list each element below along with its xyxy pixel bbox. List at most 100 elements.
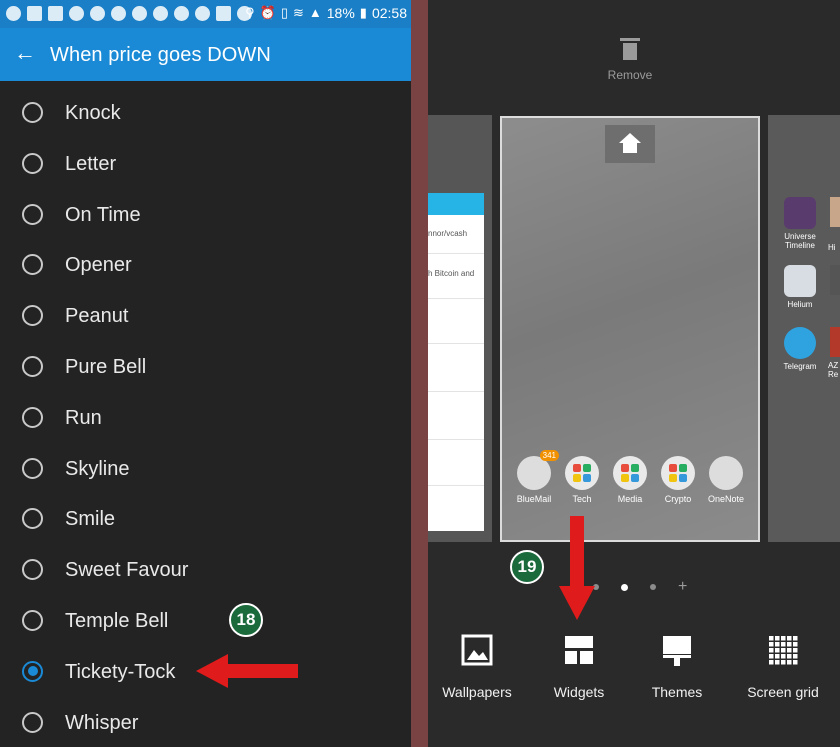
battery-icon: ▮: [359, 5, 367, 20]
app-label: BlueMail: [516, 494, 552, 504]
sound-option[interactable]: Pure Bell: [0, 342, 411, 393]
app-shortcut[interactable]: Tech: [558, 456, 606, 504]
step-badge: 19: [510, 550, 544, 584]
sound-option[interactable]: Peanut: [0, 291, 411, 342]
app-shortcut[interactable]: OneNote: [702, 456, 750, 504]
radio-button[interactable]: [22, 355, 43, 377]
radio-button[interactable]: [22, 203, 43, 225]
notification-icon: [27, 6, 42, 21]
app-shortcut[interactable]: Media: [606, 456, 654, 504]
sound-option[interactable]: On Time: [0, 190, 411, 241]
app-shortcut[interactable]: Universe Timeline: [776, 197, 824, 250]
sound-option[interactable]: Knock: [0, 88, 411, 139]
screenshot-composite: ⚲ ⏰ ▯ ≋ ▲ 18% ▮ 02:58 ← When price goes …: [0, 0, 840, 747]
preview-divider: [428, 343, 484, 344]
set-home-button[interactable]: [605, 125, 655, 163]
sound-label: Temple Bell: [65, 609, 169, 632]
app-shortcut[interactable]: Helium: [776, 265, 824, 309]
radio-button[interactable]: [22, 254, 43, 276]
bluemail-icon: 341: [517, 450, 559, 490]
sound-label: Opener: [65, 254, 132, 277]
onenote-icon: [709, 456, 743, 490]
sound-label: On Time: [65, 203, 141, 226]
partial-app-icon: [830, 197, 840, 227]
radio-button[interactable]: [22, 406, 43, 428]
remove-button[interactable]: Remove: [603, 36, 657, 82]
page-dot-active[interactable]: [621, 583, 628, 591]
radio-button[interactable]: [22, 559, 43, 581]
sound-label: Smile: [65, 508, 116, 531]
arrow-shape: [196, 654, 298, 688]
preview-divider: [428, 439, 484, 440]
sound-label: Pure Bell: [65, 355, 147, 378]
radio-button[interactable]: [22, 102, 43, 123]
radio-button[interactable]: [22, 457, 43, 479]
radio-selected[interactable]: [22, 660, 43, 682]
toolbar-label: Screen grid: [747, 684, 819, 700]
radio-button[interactable]: [22, 152, 43, 174]
universe-timeline-icon: [784, 197, 816, 229]
screen-grid-button[interactable]: Screen grid: [740, 628, 826, 700]
sound-label: Whisper: [65, 711, 139, 734]
preview-divider: [428, 485, 484, 486]
radio-button[interactable]: [22, 711, 43, 733]
screen-grid-icon: [767, 634, 799, 666]
page-dot[interactable]: [650, 584, 656, 590]
sound-list: Knock Letter On Time Opener Peanut Pure Bell R…: [0, 88, 411, 747]
sound-option[interactable]: Skyline: [0, 444, 411, 495]
radio-button[interactable]: [22, 609, 43, 631]
toolbar-label: Wallpapers: [442, 684, 512, 700]
media-folder-icon: [613, 456, 647, 490]
step-badge: 18: [229, 603, 263, 637]
preview-divider: [428, 253, 484, 254]
helium-icon: [784, 265, 816, 297]
notification-icon: [111, 6, 126, 21]
home-page-main[interactable]: 341 BlueMail Tech Media Crypto OneNote: [500, 116, 760, 542]
back-arrow-icon[interactable]: ←: [14, 41, 36, 65]
crypto-folder-icon: [661, 456, 695, 490]
sound-label: Tickety-Tock: [65, 660, 176, 683]
red-arrow-pointer: [196, 654, 298, 688]
partial-app-label: AZ: [828, 361, 839, 370]
app-shortcut[interactable]: 341 BlueMail: [510, 450, 559, 504]
unread-count-badge: 341: [539, 450, 559, 461]
sound-option[interactable]: Whisper: [0, 698, 411, 747]
sound-option[interactable]: Smile: [0, 494, 411, 545]
themes-icon: [661, 634, 693, 666]
radio-button[interactable]: [22, 508, 43, 530]
themes-button[interactable]: Themes: [642, 628, 712, 700]
notification-icon: [195, 6, 210, 21]
notification-icon: [174, 6, 189, 21]
app-shortcut[interactable]: Telegram: [776, 327, 824, 371]
edit-toolbar: Wallpapers Widgets Themes Screen grid: [428, 628, 840, 708]
notification-icon: [6, 6, 21, 21]
widgets-icon: [563, 634, 595, 666]
widgets-button[interactable]: Widgets: [542, 628, 616, 700]
sound-option[interactable]: Opener: [0, 240, 411, 291]
vibrate-icon: ▯: [280, 5, 288, 20]
app-shortcut[interactable]: Crypto: [654, 456, 702, 504]
sound-option[interactable]: Run: [0, 393, 411, 444]
app-preview-header: [428, 193, 484, 215]
partial-app-icon: [830, 265, 840, 295]
notification-icon: [90, 6, 105, 21]
app-label: OneNote: [707, 494, 745, 504]
battery-percent: 18%: [326, 5, 355, 21]
home-page-right[interactable]: Universe Timeline Helium Telegram Hi AZ Re: [768, 115, 840, 542]
sound-option[interactable]: Temple Bell: [0, 596, 411, 647]
preview-text: h Bitcoin and: [428, 269, 475, 278]
sound-label: Peanut: [65, 305, 129, 328]
app-label: Crypto: [664, 494, 692, 504]
wallpapers-button[interactable]: Wallpapers: [434, 628, 520, 700]
radio-button[interactable]: [22, 305, 43, 327]
telegram-icon: [784, 327, 816, 359]
trash-icon: [620, 36, 640, 62]
partial-app-label: Hi: [828, 243, 836, 252]
sound-option[interactable]: Sweet Favour: [0, 545, 411, 596]
home-edit-screen: Remove nnor/vcash h Bitcoin and 341 Blue…: [428, 0, 840, 747]
arrow-shape: [559, 516, 595, 620]
add-page-icon[interactable]: +: [678, 579, 687, 595]
home-page-left[interactable]: nnor/vcash h Bitcoin and: [428, 115, 492, 542]
sound-option[interactable]: Letter: [0, 139, 411, 190]
notification-icon: [132, 6, 147, 21]
